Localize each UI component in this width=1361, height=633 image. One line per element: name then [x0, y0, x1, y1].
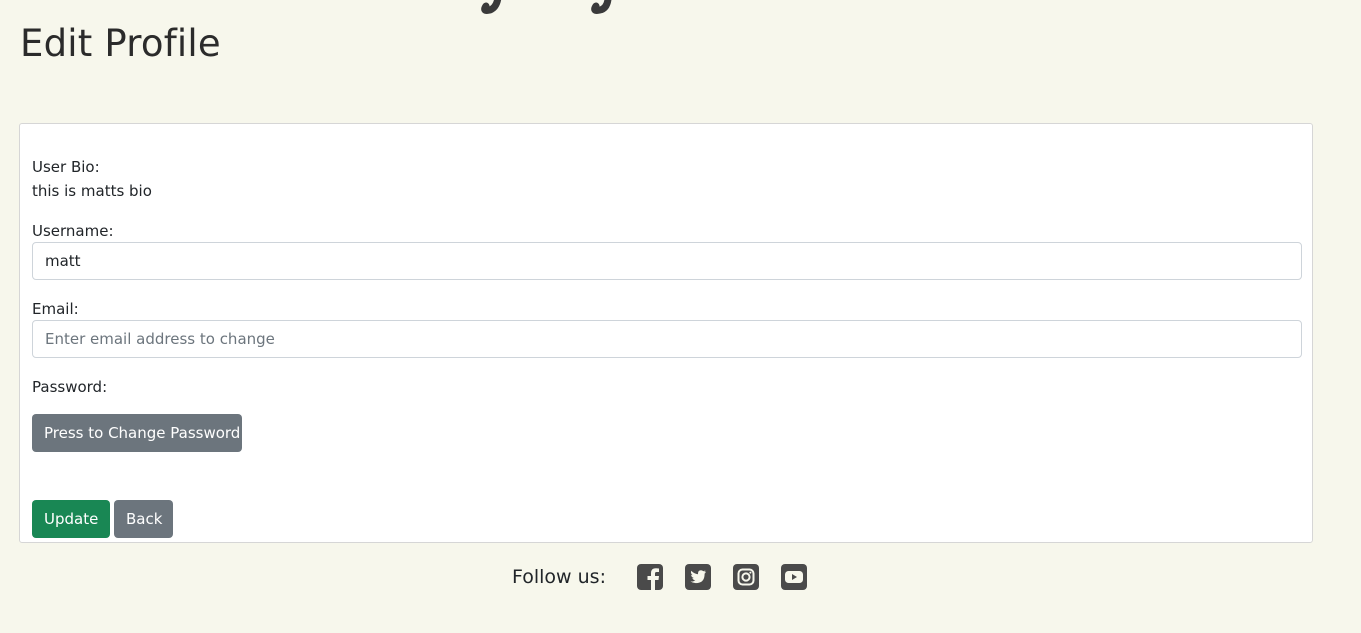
change-password-button[interactable]: Press to Change Password	[32, 414, 242, 452]
password-label: Password:	[32, 378, 108, 396]
edit-profile-card: User Bio: this is matts bio Username: Em…	[19, 123, 1313, 543]
update-button[interactable]: Update	[32, 500, 110, 538]
bio-label: User Bio:	[32, 158, 100, 176]
email-input[interactable]	[32, 320, 1302, 358]
twitter-icon[interactable]	[684, 563, 712, 591]
bio-text: this is matts bio	[32, 182, 152, 200]
youtube-icon[interactable]	[780, 563, 808, 591]
brand-logo-fragment	[481, 0, 612, 14]
username-input[interactable]	[32, 242, 1302, 280]
back-button[interactable]: Back	[114, 500, 173, 538]
email-label: Email:	[32, 300, 79, 318]
username-label: Username:	[32, 222, 114, 240]
facebook-icon[interactable]	[636, 563, 664, 591]
instagram-icon[interactable]	[732, 563, 760, 591]
page-title: Edit Profile	[20, 22, 221, 65]
footer: Follow us:	[0, 560, 1330, 594]
follow-us-label: Follow us:	[512, 566, 606, 588]
